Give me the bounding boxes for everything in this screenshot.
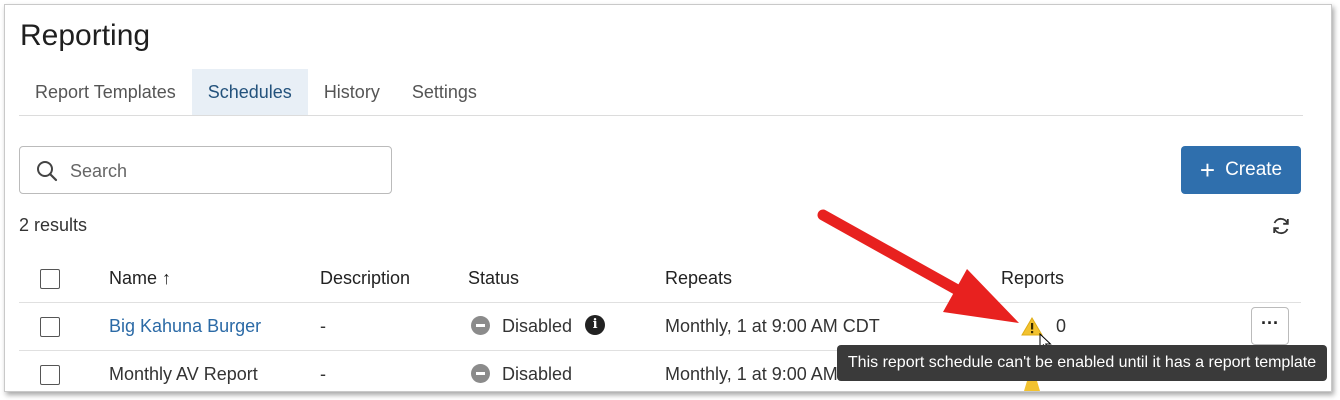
reporting-window: Reporting Report Templates Schedules His… bbox=[4, 4, 1332, 392]
annotation-arrow bbox=[817, 209, 1019, 323]
